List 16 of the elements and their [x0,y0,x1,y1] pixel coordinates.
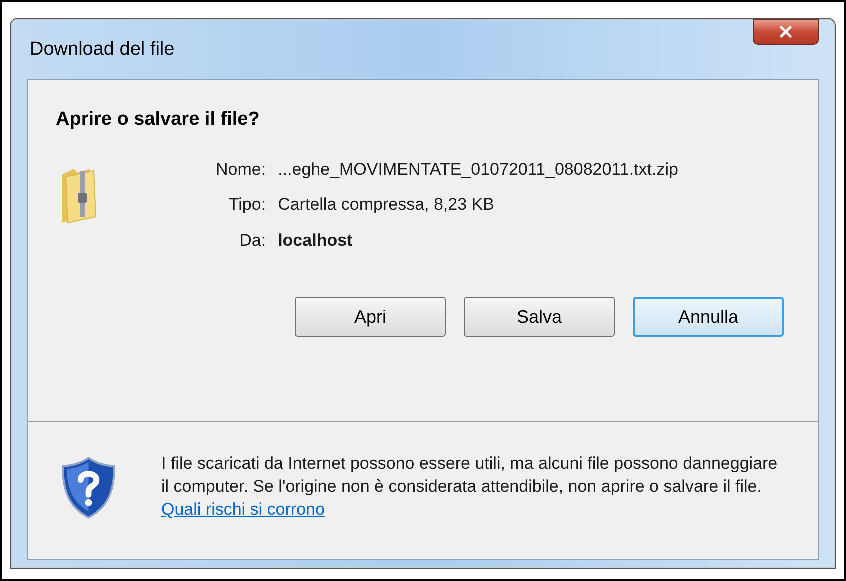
field-label: Nome: [216,158,266,180]
close-button[interactable] [753,19,819,45]
field-label: Da: [238,230,266,252]
security-shield-icon [60,456,118,520]
risks-link[interactable]: Quali rischi si corrono [162,500,325,519]
dialog-button[interactable]: Apri [295,297,446,337]
dialog-heading: Aprire o salvare il file? [56,108,261,132]
window-title: Download del file [30,38,175,62]
close-icon [777,23,795,41]
field-label: Tipo: [228,194,266,216]
field-value: ...eghe_MOVIMENTATE_01072011_08082011.txt.zip [278,158,678,180]
security-warning: I file scaricati da Internet possono essere utili, ma alcuni file possono danneggiare il computer. Se l'origine non è considerata attendibile, non aprire o salvare il file. Quali rischi si corrono [162,453,779,521]
field-value: Cartella compressa, 8,23 KB [278,194,496,216]
dialog-button[interactable]: Annulla [633,297,784,337]
field-value: localhost [278,230,354,252]
dialog-button[interactable]: Salva [464,297,615,337]
